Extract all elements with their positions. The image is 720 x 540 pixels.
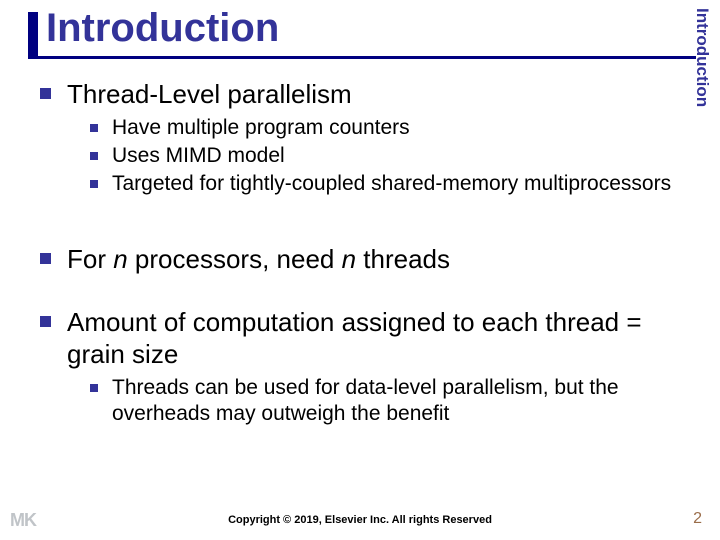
slide: Introduction Introduction Thread-Level p… [0, 0, 720, 540]
bullet-level2: Have multiple program counters [90, 115, 680, 141]
title-accent [28, 12, 38, 59]
text-fragment: processors, need [128, 244, 342, 274]
bullet-level2: Threads can be used for data-level paral… [90, 375, 680, 428]
bullet-text: Thread-Level parallelism [67, 78, 352, 111]
spacer [40, 217, 680, 243]
bullet-text: For n processors, need n threads [67, 243, 450, 276]
bullet-text: Amount of computation assigned to each t… [67, 306, 680, 371]
bullet-level1: Thread-Level parallelism [40, 78, 680, 111]
spacer [40, 280, 680, 306]
square-bullet-icon [40, 88, 51, 99]
bullet-level2: Targeted for tightly-coupled shared-memo… [90, 171, 680, 197]
square-bullet-icon [90, 384, 98, 392]
sub-bullet-group: Have multiple program counters Uses MIMD… [90, 115, 680, 198]
slide-content: Thread-Level parallelism Have multiple p… [40, 78, 680, 447]
sub-bullet-group: Threads can be used for data-level paral… [90, 375, 680, 428]
square-bullet-icon [90, 152, 98, 160]
page-number: 2 [693, 510, 702, 528]
copyright-text: Copyright © 2019, Elsevier Inc. All righ… [0, 514, 720, 526]
title-bar: Introduction [28, 12, 696, 59]
bullet-text: Uses MIMD model [112, 143, 285, 169]
bullet-text: Have multiple program counters [112, 115, 410, 141]
section-side-label: Introduction [692, 8, 712, 128]
italic-n: n [342, 244, 356, 274]
text-fragment: threads [356, 244, 450, 274]
square-bullet-icon [90, 180, 98, 188]
square-bullet-icon [40, 316, 51, 327]
bullet-level1: For n processors, need n threads [40, 243, 680, 276]
text-fragment: For [67, 244, 113, 274]
square-bullet-icon [40, 253, 51, 264]
bullet-level2: Uses MIMD model [90, 143, 680, 169]
bullet-level1: Amount of computation assigned to each t… [40, 306, 680, 371]
bullet-text: Targeted for tightly-coupled shared-memo… [112, 171, 671, 197]
italic-n: n [113, 244, 127, 274]
slide-title: Introduction [46, 6, 279, 51]
slide-footer: MK Copyright © 2019, Elsevier Inc. All r… [0, 504, 720, 534]
bullet-text: Threads can be used for data-level paral… [112, 375, 680, 428]
square-bullet-icon [90, 124, 98, 132]
